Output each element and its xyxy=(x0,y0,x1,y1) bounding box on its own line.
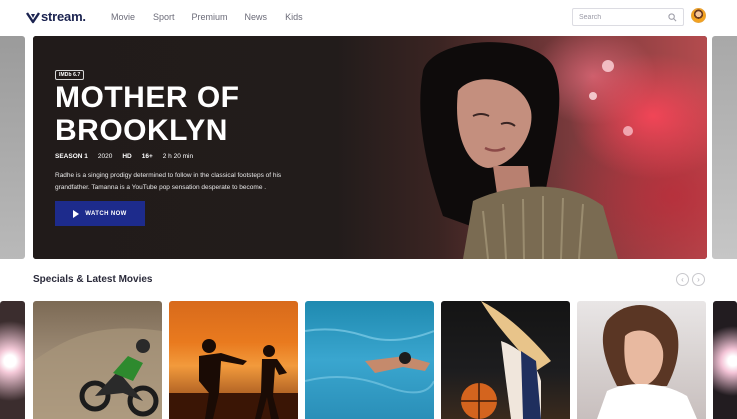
card-image-motocross xyxy=(33,328,162,419)
movie-card-prev[interactable] xyxy=(0,301,25,419)
card-image-portrait xyxy=(597,304,697,419)
hero-image xyxy=(420,42,633,259)
movie-card[interactable] xyxy=(577,301,706,419)
card-image-runners xyxy=(169,339,298,419)
top-bar: stream. Movie Sport Premium News Kids xyxy=(0,0,737,34)
logo-text: stream. xyxy=(41,9,86,24)
nav-item-premium[interactable]: Premium xyxy=(192,12,228,22)
hero-next-slide[interactable] xyxy=(712,36,737,259)
search-icon[interactable] xyxy=(668,13,677,22)
section-title: Specials & Latest Movies xyxy=(33,274,153,285)
chevron-left-icon[interactable]: ‹ xyxy=(676,273,689,286)
carousel-controls: ‹ › xyxy=(676,273,705,286)
movie-card[interactable] xyxy=(33,301,162,419)
nav-item-kids[interactable]: Kids xyxy=(285,12,303,22)
play-icon xyxy=(73,209,80,218)
logo-icon xyxy=(26,11,40,23)
movie-card[interactable] xyxy=(305,301,434,419)
duration-label: 2 h 20 min xyxy=(162,153,194,160)
avatar[interactable] xyxy=(691,8,706,23)
nav-item-news[interactable]: News xyxy=(245,12,268,22)
hero-prev-slide[interactable] xyxy=(0,36,25,259)
hero-meta: SEASON 1 2020 HD 16+ 2 h 20 min xyxy=(55,153,203,160)
search-box xyxy=(572,8,684,26)
hero-title: MOTHER OF BROOKLYN xyxy=(55,81,240,147)
main-nav: Movie Sport Premium News Kids xyxy=(111,12,303,22)
movie-card[interactable] xyxy=(441,301,570,419)
movie-card-next[interactable] xyxy=(713,301,737,419)
age-rating-label: 16+ xyxy=(141,153,153,160)
card-image-swimmer xyxy=(305,328,434,394)
nav-item-sport[interactable]: Sport xyxy=(153,12,175,22)
nav-item-movie[interactable]: Movie xyxy=(111,12,135,22)
hero-banner: IMDb 6.7 MOTHER OF BROOKLYN SEASON 1 202… xyxy=(33,36,707,259)
hero-description: Radhe is a singing prodigy determined to… xyxy=(55,172,282,191)
card-image-basketball xyxy=(461,301,551,419)
chevron-right-icon[interactable]: › xyxy=(692,273,705,286)
movie-card[interactable] xyxy=(169,301,298,419)
watch-now-label: WATCH NOW xyxy=(85,210,127,217)
logo[interactable]: stream. xyxy=(26,9,86,24)
season-label: SEASON 1 xyxy=(55,153,88,160)
search-input[interactable] xyxy=(579,13,665,21)
watch-now-button[interactable]: WATCH NOW xyxy=(55,201,145,226)
year-label: 2020 xyxy=(97,153,113,160)
quality-label: HD xyxy=(122,153,132,160)
imdb-badge: IMDb 6.7 xyxy=(55,70,85,80)
